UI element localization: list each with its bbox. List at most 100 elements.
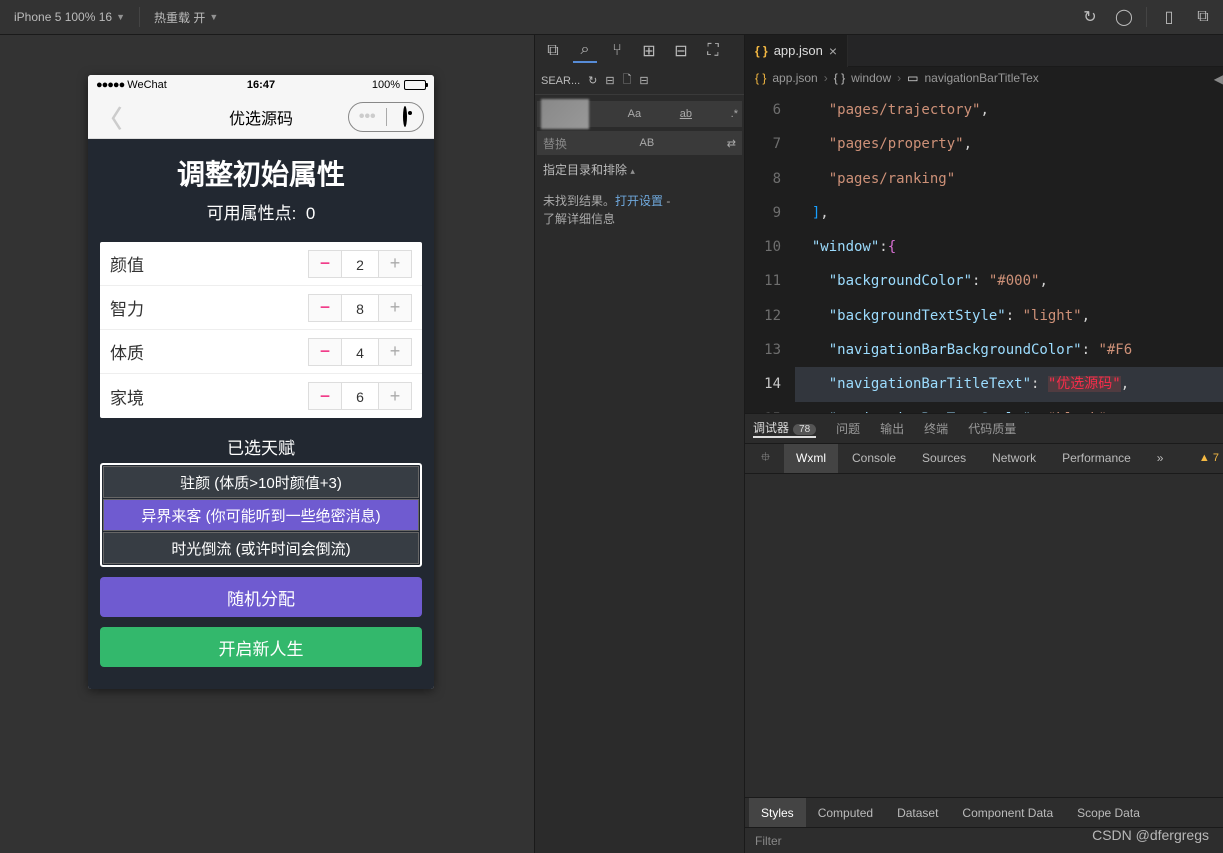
- output-tabs: 调试器78 问题 输出 终端 代码质量: [745, 413, 1223, 443]
- random-button[interactable]: 随机分配: [100, 577, 422, 617]
- robot-icon[interactable]: ⛶: [701, 39, 725, 63]
- grid-icon[interactable]: ⊞: [637, 39, 661, 63]
- phone-icon[interactable]: ▯: [1153, 3, 1185, 31]
- code-editor[interactable]: 67891011121314151617181920 "pages/trajec…: [745, 89, 1223, 413]
- device-selector[interactable]: iPhone 5 100% 16▼: [4, 0, 135, 34]
- watermark: CSDN @dfergregs: [1092, 827, 1209, 843]
- simulator-pane: ●●●●● WeChat 16:47 100% 〈 优选源码 ••• 调整初始属…: [0, 35, 535, 853]
- tab-output[interactable]: 输出: [880, 420, 904, 437]
- new-file-icon[interactable]: 🗋: [623, 71, 632, 90]
- stat-row: 家境 − 6 +: [100, 374, 422, 418]
- status-bar: ●●●●● WeChat 16:47 100%: [88, 75, 434, 95]
- points-label: 可用属性点: 0: [100, 199, 422, 224]
- stat-value: 6: [342, 382, 378, 410]
- minus-button[interactable]: −: [308, 250, 342, 278]
- page-title: 优选源码: [229, 105, 293, 129]
- refresh-icon[interactable]: ↻: [1074, 3, 1106, 31]
- stat-label: 颜值: [110, 251, 308, 276]
- styles-tab[interactable]: Dataset: [885, 798, 950, 827]
- tab-debugger[interactable]: 调试器78: [753, 419, 816, 438]
- word-icon[interactable]: ab: [680, 108, 692, 120]
- stop-icon[interactable]: ◯: [1108, 3, 1140, 31]
- warning-badge[interactable]: ▲ 7: [1199, 452, 1219, 464]
- hotreload-toggle[interactable]: 热重载 开▼: [144, 0, 228, 34]
- top-toolbar: iPhone 5 100% 16▼ 热重载 开▼ ↻ ◯ ▯ ⧉: [0, 0, 1223, 35]
- devtools-tab[interactable]: Network: [980, 444, 1048, 473]
- replace-input[interactable]: 替换 AB ⇄: [537, 131, 742, 155]
- start-button[interactable]: 开启新人生: [100, 627, 422, 667]
- editor-pane: { } app.json × { }app.json ›{ }window ›▭…: [745, 35, 1223, 853]
- stat-box: 颜值 − 2 + 智力 − 8 + 体质 − 4 + 家境: [100, 242, 422, 418]
- minus-button[interactable]: −: [308, 382, 342, 410]
- editor-tab[interactable]: { } app.json ×: [745, 35, 848, 67]
- styles-tab[interactable]: Styles: [749, 798, 806, 827]
- time-label: 16:47: [247, 79, 275, 91]
- signal-icon: ●●●●●: [96, 79, 124, 91]
- plus-button[interactable]: +: [378, 382, 412, 410]
- styles-tab[interactable]: Component Data: [950, 798, 1065, 827]
- styles-tab[interactable]: Computed: [806, 798, 885, 827]
- talent-header: 已选天赋: [100, 434, 422, 459]
- carrier-label: WeChat: [127, 79, 167, 91]
- collapse-panel-icon[interactable]: ◀: [1214, 72, 1223, 86]
- styles-tabs: StylesComputedDatasetComponent DataScope…: [745, 797, 1223, 827]
- talent-box: 驻颜 (体质>10时颜值+3)异界来客 (你可能听到一些绝密消息)时光倒流 (或…: [100, 463, 422, 567]
- talent-item[interactable]: 异界来客 (你可能听到一些绝密消息): [103, 499, 419, 531]
- search-input[interactable]: Aa ab .*: [537, 101, 742, 127]
- stat-row: 体质 − 4 +: [100, 330, 422, 374]
- capsule-menu[interactable]: •••: [348, 102, 424, 132]
- devtools-tab[interactable]: Performance: [1050, 444, 1143, 473]
- thumb-image: [541, 99, 589, 129]
- stat-row: 智力 − 8 +: [100, 286, 422, 330]
- plus-button[interactable]: +: [378, 250, 412, 278]
- talent-item[interactable]: 驻颜 (体质>10时颜值+3): [103, 466, 419, 498]
- styles-tab[interactable]: Scope Data: [1065, 798, 1152, 827]
- regex-icon[interactable]: .*: [731, 108, 738, 120]
- tab-close-icon[interactable]: ×: [829, 43, 837, 59]
- devtools-tab[interactable]: Sources: [910, 444, 978, 473]
- close-icon[interactable]: [387, 108, 424, 126]
- windows-icon[interactable]: ⧉: [1187, 3, 1219, 31]
- breadcrumb[interactable]: { }app.json ›{ }window ›▭navigationBarTi…: [745, 67, 1223, 89]
- inspect-icon[interactable]: ⯐: [749, 444, 782, 473]
- stat-row: 颜值 − 2 +: [100, 242, 422, 286]
- branch-icon[interactable]: ⑂: [605, 39, 629, 63]
- search-header: SEAR... ↻ ⊟ 🗋 ⊟: [535, 67, 744, 95]
- stat-label: 智力: [110, 295, 308, 320]
- tab-filename: app.json: [774, 43, 823, 58]
- game-title: 调整初始属性: [100, 153, 422, 193]
- refresh-icon[interactable]: ↻: [588, 74, 597, 87]
- layout-icon[interactable]: ⊟: [669, 39, 693, 63]
- game-body: 调整初始属性 可用属性点: 0 颜值 − 2 + 智力 − 8 + 体质 −: [88, 139, 434, 689]
- tab-problems[interactable]: 问题: [836, 420, 860, 437]
- tab-bar: { } app.json ×: [745, 35, 1223, 67]
- tab-quality[interactable]: 代码质量: [968, 420, 1016, 437]
- json-file-icon: { }: [755, 44, 768, 58]
- talent-item[interactable]: 时光倒流 (或许时间会倒流): [103, 532, 419, 564]
- more-icon[interactable]: »: [1145, 444, 1176, 473]
- plus-button[interactable]: +: [378, 338, 412, 366]
- plus-button[interactable]: +: [378, 294, 412, 322]
- case-icon[interactable]: Aa: [628, 108, 641, 120]
- preserve-case-icon[interactable]: AB: [640, 137, 655, 149]
- open-settings-link[interactable]: 打开设置: [615, 194, 663, 208]
- minus-button[interactable]: −: [308, 338, 342, 366]
- minus-button[interactable]: −: [308, 294, 342, 322]
- stat-value: 2: [342, 250, 378, 278]
- tab-terminal[interactable]: 终端: [924, 420, 948, 437]
- phone-simulator: ●●●●● WeChat 16:47 100% 〈 优选源码 ••• 调整初始属…: [88, 75, 434, 689]
- devtools-tab[interactable]: Wxml: [784, 444, 838, 473]
- collapse-icon[interactable]: ⊟: [639, 74, 648, 87]
- clear-icon[interactable]: ⊟: [605, 74, 614, 87]
- devtools-tab[interactable]: Console: [840, 444, 908, 473]
- copy-icon[interactable]: ⧉: [541, 39, 565, 63]
- stat-value: 8: [342, 294, 378, 322]
- stat-label: 家境: [110, 384, 308, 409]
- include-exclude[interactable]: 指定目录和排除 ▴: [535, 157, 744, 182]
- no-results: 未找到结果。打开设置 - 了解详细信息: [535, 182, 744, 238]
- search-icon[interactable]: ⌕: [573, 39, 597, 63]
- replace-all-icon[interactable]: ⇄: [727, 137, 736, 150]
- battery-pct: 100%: [372, 79, 400, 91]
- back-icon[interactable]: 〈: [98, 99, 122, 134]
- menu-icon[interactable]: •••: [349, 108, 386, 126]
